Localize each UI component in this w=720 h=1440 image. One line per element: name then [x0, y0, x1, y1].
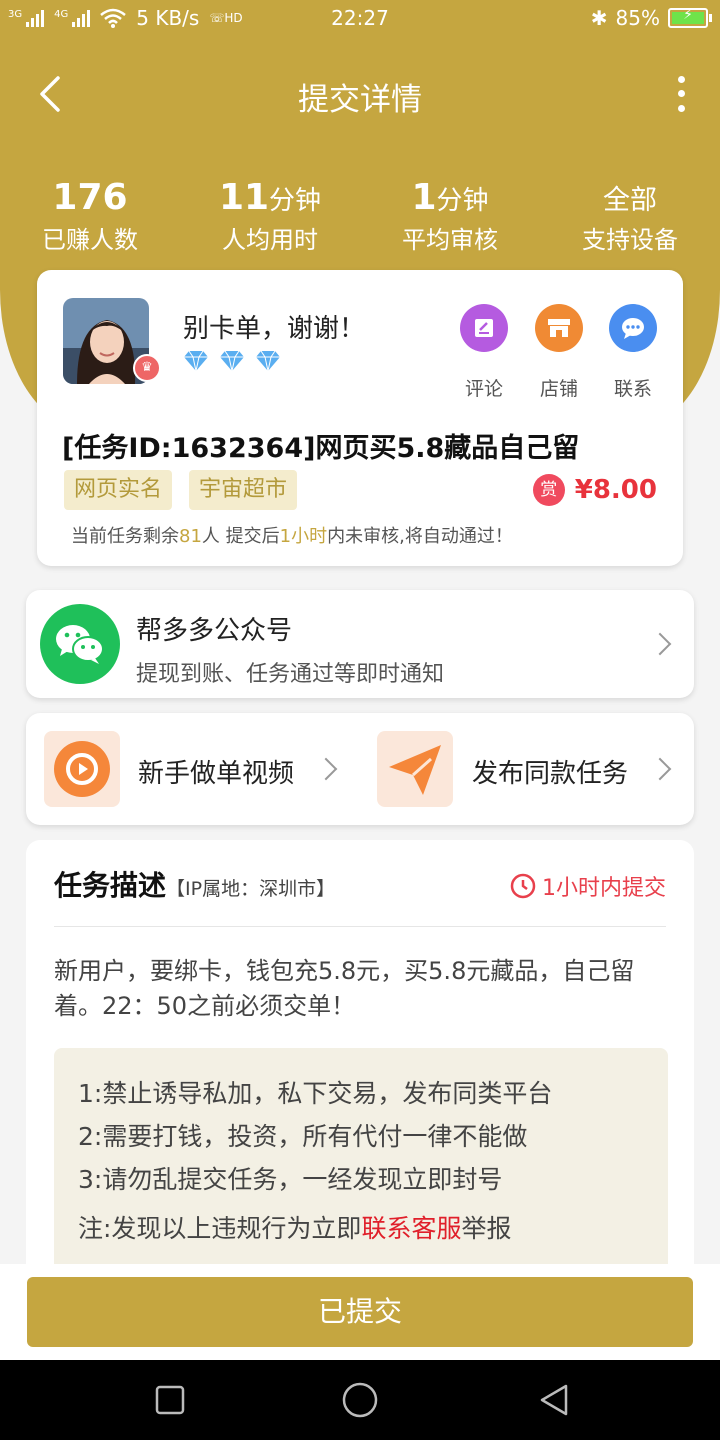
play-video-icon	[44, 731, 120, 807]
reward-badge-icon: 赏	[532, 474, 565, 506]
wechat-title: 帮多多公众号	[136, 616, 293, 646]
reward: 赏 ¥8.00	[532, 474, 657, 506]
description-text: 新用户，要绑卡，钱包充5.8元，买5.8元藏品，自己留着。22：50之前必须交单…	[54, 957, 635, 1020]
quick-links-card: 新手做单视频 发布同款任务	[26, 713, 694, 825]
deadline: 1小时内提交	[510, 870, 666, 902]
bluetooth-icon: ✱	[590, 6, 608, 30]
ip-location: 【IP属地：深圳市】	[166, 878, 336, 900]
tag-store: 宇宙超市	[189, 470, 298, 510]
more-menu-icon[interactable]	[668, 72, 694, 116]
back-icon[interactable]	[536, 1382, 572, 1418]
bottom-bar: 已提交	[0, 1264, 720, 1360]
chevron-right-icon	[648, 757, 672, 781]
divider	[54, 926, 666, 927]
remaining-info: 当前任务剩余81人 提交后1小时内未审核,将自动通过！	[71, 526, 513, 547]
submitted-button[interactable]: 已提交	[27, 1277, 693, 1347]
level-diamonds	[183, 350, 281, 372]
reward-price: ¥8.00	[574, 475, 657, 505]
task-card: ♛ 别卡单，谢谢！ 评论 店铺 联系 [任务ID:1632364]网页买5.8藏…	[37, 270, 683, 566]
task-stats: 176 已赚人数 11分钟 人均用时 1分钟 平均审核 全部 支持设备	[0, 176, 720, 255]
rules-note: 注:发现以上违规行为立即联系客服举报	[78, 1214, 512, 1243]
task-description-card: 任务描述【IP属地：深圳市】 1小时内提交 新用户，要绑卡，钱包充5.8元，买5…	[26, 840, 694, 1308]
top-nav: 提交详情	[0, 62, 720, 126]
store-button[interactable]: 店铺	[534, 304, 584, 401]
home-icon[interactable]	[340, 1380, 380, 1420]
wechat-subtitle: 提现到账、任务通过等即时通知	[136, 662, 445, 687]
stat-earned-count: 176 已赚人数	[42, 177, 138, 254]
battery-percent: 85%	[615, 6, 660, 30]
clock-icon	[510, 873, 536, 899]
crown-badge-icon: ♛	[133, 354, 161, 382]
task-title: [任务ID:1632364]网页买5.8藏品自己留	[62, 433, 580, 464]
contact-support-link[interactable]: 联系客服	[361, 1214, 461, 1243]
rule-item: 3:请勿乱提交任务，一经发现立即封号	[78, 1165, 503, 1194]
recent-apps-icon[interactable]	[154, 1384, 186, 1416]
diamond-icon	[220, 350, 244, 372]
comment-icon	[460, 304, 508, 352]
paper-plane-icon	[377, 731, 453, 807]
page-title: 提交详情	[298, 82, 422, 118]
publisher-name: 别卡单，谢谢！	[183, 314, 366, 344]
stat-avg-review: 1分钟 平均审核	[402, 177, 498, 254]
rule-item: 1:禁止诱导私加，私下交易，发布同类平台	[78, 1079, 553, 1108]
chevron-right-icon	[648, 632, 672, 656]
chat-icon	[609, 304, 657, 352]
stat-avg-time: 11分钟 人均用时	[218, 177, 322, 254]
tag-realname: 网页实名	[64, 470, 173, 510]
chevron-right-icon	[314, 757, 338, 781]
diamond-icon	[184, 350, 208, 372]
status-bar: 3G 4G 5 KB/s ☏HD 22:27 ✱ 85% ⚡	[0, 0, 720, 38]
contact-button[interactable]: 联系	[608, 304, 658, 401]
wechat-icon	[40, 604, 120, 684]
wechat-official-account-card[interactable]: 帮多多公众号 提现到账、任务通过等即时通知	[26, 590, 694, 698]
rule-item: 2:需要打钱，投资，所有代付一律不能做	[78, 1122, 528, 1151]
store-icon	[535, 304, 583, 352]
stat-devices: 全部 支持设备	[582, 185, 678, 254]
battery-icon: ⚡	[668, 7, 712, 28]
diamond-icon	[256, 350, 280, 372]
description-title: 任务描述【IP属地：深圳市】	[54, 869, 336, 902]
comment-button[interactable]: 评论	[459, 304, 509, 401]
system-nav-bar	[0, 1360, 720, 1440]
